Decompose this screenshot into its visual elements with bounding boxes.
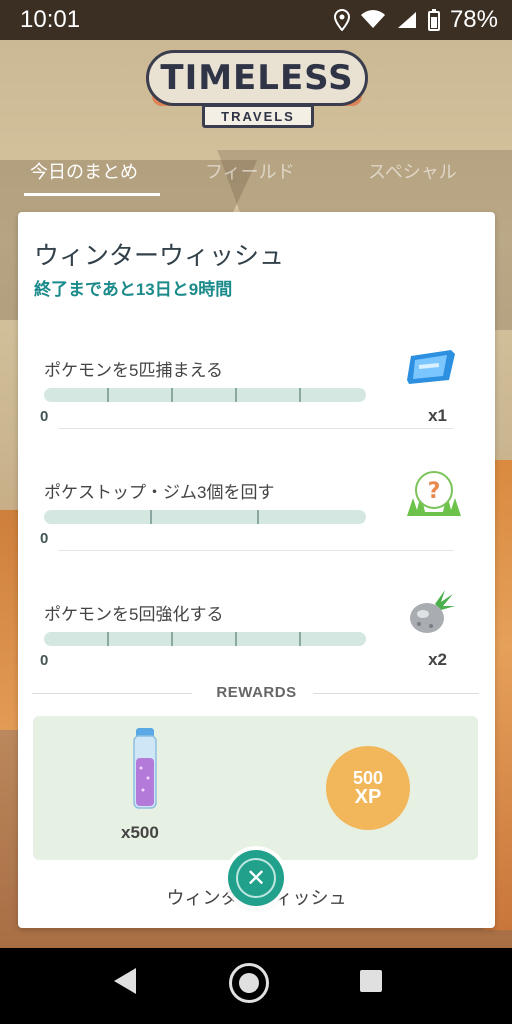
battery-percent: 78% xyxy=(449,6,498,33)
divider xyxy=(313,693,479,694)
logo-main-text: TIMELESS xyxy=(146,50,368,106)
tab-special[interactable]: スペシャル xyxy=(368,158,457,184)
active-tab-indicator xyxy=(24,193,160,196)
stardust-icon xyxy=(133,728,157,809)
task-item: ポケモンを5匹捕まえる 0 x1 xyxy=(18,338,495,460)
xp-badge: 500 XP xyxy=(326,746,410,830)
rewards-box: x500 500 XP xyxy=(33,716,478,860)
task-progress-bar xyxy=(44,388,366,402)
status-icons: 78% xyxy=(333,6,498,34)
tab-field[interactable]: フィールド xyxy=(205,158,295,184)
task-progress-value: 0 xyxy=(40,652,49,669)
event-logo: TIMELESS TRAVELS xyxy=(146,42,368,132)
background-accent xyxy=(0,510,18,730)
task-label: ポケモンを5匹捕まえる xyxy=(44,361,223,380)
recent-apps-icon[interactable] xyxy=(360,970,382,992)
status-bar: 10:01 78% xyxy=(0,0,512,40)
card-title: ウィンターウィッシュ xyxy=(34,242,285,270)
android-nav-bar xyxy=(0,948,512,1024)
stardust-count: x500 xyxy=(121,823,159,842)
task-progress-bar xyxy=(44,510,366,524)
battery-icon xyxy=(427,9,440,31)
task-progress-value: 0 xyxy=(40,408,49,425)
xp-label: XP xyxy=(354,786,382,808)
back-icon[interactable] xyxy=(114,968,136,994)
task-item: ポケストップ・ジム3個を回す 0 ? xyxy=(18,460,495,582)
silver-pinap-berry-icon xyxy=(410,590,455,633)
task-progress-value: 0 xyxy=(40,530,49,547)
ticket-icon xyxy=(407,350,455,384)
research-card: ウィンターウィッシュ 終了まであと13日と9時間 ポケモンを5匹捕まえる 0 x… xyxy=(18,212,495,928)
task-label: ポケモンを5回強化する xyxy=(44,605,224,624)
wifi-icon xyxy=(360,10,385,28)
reward-count: x1 xyxy=(428,406,447,425)
close-icon: ✕ xyxy=(236,858,276,898)
divider xyxy=(58,428,454,429)
svg-text:?: ? xyxy=(428,479,441,504)
divider xyxy=(58,550,454,551)
home-icon[interactable] xyxy=(229,963,269,1003)
close-button[interactable]: ✕ xyxy=(228,850,284,906)
task-progress-bar xyxy=(44,632,366,646)
logo-sub-text: TRAVELS xyxy=(202,104,314,128)
tab-today[interactable]: 今日のまとめ xyxy=(30,158,138,184)
reward-count: x2 xyxy=(428,650,447,669)
signal-icon xyxy=(397,12,416,28)
location-icon xyxy=(333,9,350,31)
mystery-encounter-icon: ? xyxy=(407,471,461,516)
status-time: 10:01 xyxy=(20,6,81,33)
time-remaining: 終了まであと13日と9時間 xyxy=(34,280,233,299)
task-label: ポケストップ・ジム3個を回す xyxy=(44,483,275,502)
